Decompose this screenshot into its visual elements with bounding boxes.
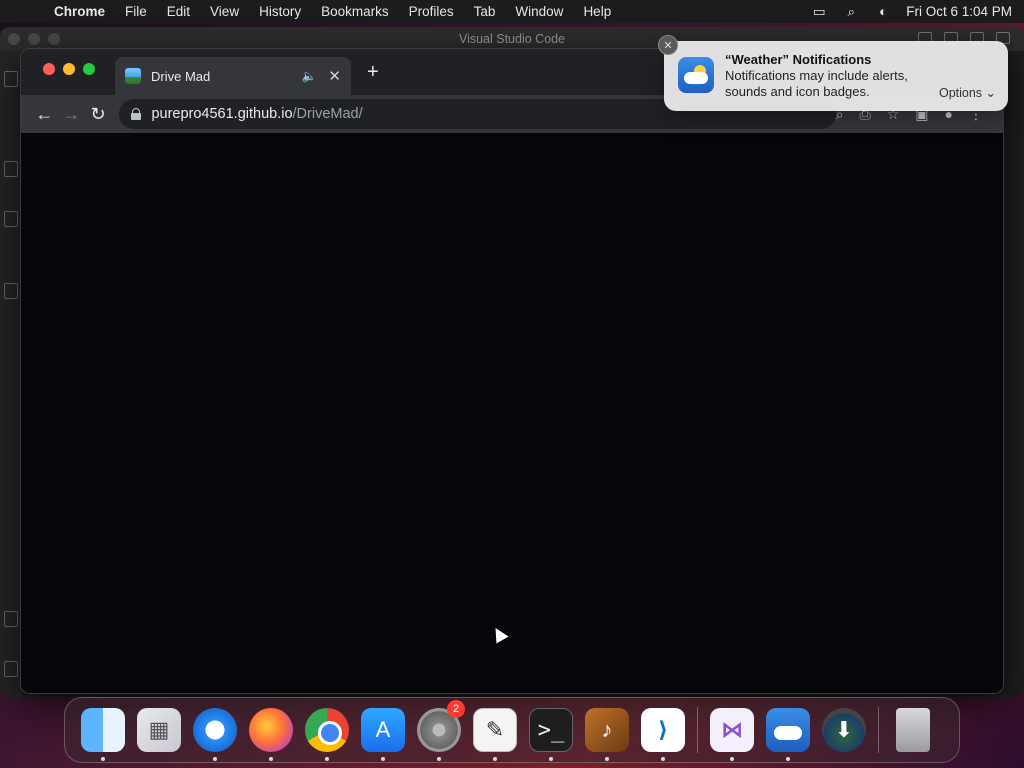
dock-trash[interactable] <box>885 702 941 758</box>
running-indicator <box>381 757 385 761</box>
dock-launchpad[interactable]: ▦ <box>131 702 187 758</box>
running-indicator <box>730 757 734 761</box>
menu-file[interactable]: File <box>115 4 157 19</box>
tab-drive-mad[interactable]: Drive Mad 🔈 ✕ <box>115 57 351 95</box>
menu-app-name[interactable]: Chrome <box>44 4 115 19</box>
vscode-traffic-lights <box>8 33 60 45</box>
menu-view[interactable]: View <box>200 4 249 19</box>
vscode-zoom-button[interactable] <box>48 33 60 45</box>
tab-close-icon[interactable]: ✕ <box>328 67 341 85</box>
control-center-icon[interactable]: ◐ <box>874 4 892 19</box>
menubar-clock[interactable]: Fri Oct 6 1:04 PM <box>906 4 1012 19</box>
dock-installer[interactable]: ⬇ <box>816 702 872 758</box>
dock-visual-studio[interactable]: ⋈ <box>704 702 760 761</box>
running-indicator <box>437 757 441 761</box>
url-path: /DriveMad/ <box>292 106 363 122</box>
menu-bookmarks[interactable]: Bookmarks <box>311 4 399 19</box>
garageband-guitar-icon: ♪ <box>585 708 629 752</box>
running-indicator <box>101 757 105 761</box>
site-info-lock-icon[interactable] <box>131 108 142 120</box>
notification-close-icon[interactable]: ✕ <box>658 35 678 55</box>
vscode-close-button[interactable] <box>8 33 20 45</box>
chrome-traffic-lights <box>43 63 95 75</box>
reload-icon[interactable]: ↻ <box>85 99 112 129</box>
manage-gear-icon[interactable] <box>4 661 18 677</box>
menu-bar: Chrome File Edit View History Bookmarks … <box>0 0 1024 23</box>
dock-garageband[interactable]: ♪ <box>579 702 635 761</box>
menu-edit[interactable]: Edit <box>157 4 200 19</box>
remote-explorer-icon[interactable] <box>4 283 18 299</box>
running-indicator <box>213 757 217 761</box>
minimize-window-button[interactable] <box>63 63 75 75</box>
url-host: purepro4561.github.io <box>151 106 293 122</box>
screen-mirroring-icon[interactable]: ▭ <box>810 4 828 19</box>
dock-vscode[interactable]: ⟩ <box>635 702 691 761</box>
terminal-icon: >_ <box>529 708 573 752</box>
running-indicator <box>493 757 497 761</box>
extensions-icon[interactable] <box>4 211 18 227</box>
dock-separator <box>697 707 698 753</box>
menu-help[interactable]: Help <box>573 4 621 19</box>
running-indicator <box>605 757 609 761</box>
dock-separator <box>878 707 879 753</box>
zoom-window-button[interactable] <box>83 63 95 75</box>
dock-terminal[interactable]: >_ <box>523 702 579 761</box>
mouse-cursor-icon <box>489 624 509 644</box>
tab-title: Drive Mad <box>151 68 211 84</box>
explorer-icon[interactable] <box>4 71 18 87</box>
dock-firefox[interactable] <box>243 702 299 761</box>
vscode-minimize-button[interactable] <box>28 33 40 45</box>
dock: ▦ A 2 ✎ >_ ♪ ⟩ ⋈ ⬇ <box>64 697 960 763</box>
vscode-activity-bar <box>0 51 22 697</box>
running-indicator <box>325 757 329 761</box>
chrome-icon <box>305 708 349 752</box>
notification-options-button[interactable]: Options ⌄ <box>939 85 996 100</box>
close-window-button[interactable] <box>43 63 55 75</box>
visual-studio-icon: ⋈ <box>710 708 754 752</box>
vscode-window-title: Visual Studio Code <box>458 32 566 46</box>
back-arrow-icon[interactable]: ← <box>31 99 58 129</box>
weather-notification[interactable]: ✕ “Weather” Notifications Notifications … <box>658 35 1008 111</box>
running-indicator <box>549 757 553 761</box>
vscode-icon: ⟩ <box>641 708 685 752</box>
game-canvas[interactable] <box>21 133 1003 693</box>
spotlight-search-icon[interactable]: ⌕ <box>842 4 860 19</box>
running-indicator <box>786 757 790 761</box>
running-indicator <box>661 757 665 761</box>
safari-icon <box>193 708 237 752</box>
menu-profiles[interactable]: Profiles <box>399 4 464 19</box>
notification-body: Notifications may include alerts, sounds… <box>725 68 908 99</box>
notification-count-badge: 2 <box>447 700 465 718</box>
menu-tab[interactable]: Tab <box>464 4 506 19</box>
notification-title: “Weather” Notifications <box>725 52 872 67</box>
firefox-icon <box>249 708 293 752</box>
tab-audio-playing-icon[interactable]: 🔈 <box>301 69 316 83</box>
installer-download-icon: ⬇ <box>822 708 866 752</box>
finder-icon <box>81 708 125 752</box>
accounts-icon[interactable] <box>4 611 18 627</box>
dock-weather[interactable] <box>760 702 816 761</box>
dock-app-store[interactable]: A <box>355 702 411 761</box>
chrome-window: Drive Mad 🔈 ✕ + ← → ↻ purepro4561.github… <box>20 48 1004 694</box>
weather-app-icon <box>678 57 714 93</box>
dock-system-settings[interactable]: 2 <box>411 700 467 761</box>
menu-window[interactable]: Window <box>505 4 573 19</box>
dock-safari[interactable] <box>187 702 243 761</box>
textedit-icon: ✎ <box>473 708 517 752</box>
dock-chrome[interactable] <box>299 702 355 761</box>
forward-arrow-icon[interactable]: → <box>58 99 85 129</box>
drive-mad-favicon-icon <box>125 68 141 84</box>
dock-textedit[interactable]: ✎ <box>467 702 523 761</box>
menu-history[interactable]: History <box>249 4 311 19</box>
source-control-icon[interactable] <box>4 161 18 177</box>
dock-finder[interactable] <box>75 702 131 761</box>
weather-icon <box>766 708 810 752</box>
app-store-icon: A <box>361 708 405 752</box>
trash-icon <box>896 708 930 752</box>
running-indicator <box>269 757 273 761</box>
launchpad-icon: ▦ <box>137 708 181 752</box>
new-tab-button[interactable]: + <box>367 62 379 82</box>
